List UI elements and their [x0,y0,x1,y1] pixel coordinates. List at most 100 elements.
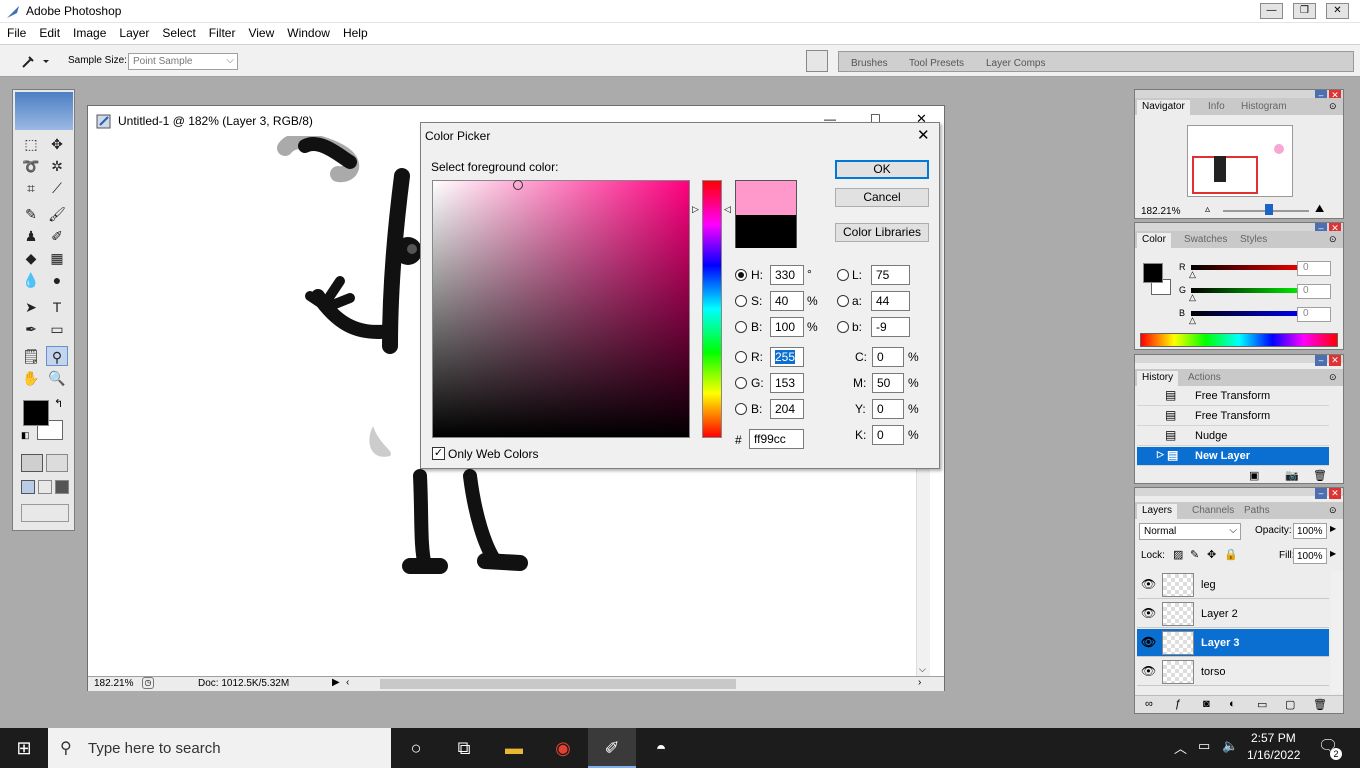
color-panel-grip[interactable]: – ✕ [1135,223,1343,234]
navigator-zoom-thumb[interactable] [1265,204,1273,215]
windows-start-icon[interactable]: ⊞ [0,728,48,768]
blue-field[interactable]: 204 [770,399,804,419]
blur-tool-icon[interactable]: 💧 [20,270,42,290]
delete-layer-icon[interactable]: 🗑 [1313,698,1327,711]
sample-size-select[interactable]: Point Sample ⌵ [128,53,238,70]
new-snapshot-icon[interactable]: 📷 [1285,469,1299,482]
navigator-zoom-readout[interactable]: 182.21% [1141,206,1180,217]
swap-colors-icon[interactable]: ↰ [54,397,63,410]
history-brush-source-icon[interactable]: ▷ [1157,449,1164,460]
zoom-tool-icon[interactable]: 🔍 [46,368,68,388]
minimize-button[interactable]: — [1260,3,1283,19]
fill-arrow-icon[interactable]: ▶ [1330,549,1336,558]
shape-tool-icon[interactable]: ▭ [46,319,68,339]
standard-mode-icon[interactable] [21,454,43,472]
brightness-field[interactable]: 100 [770,317,804,337]
chrome-icon[interactable]: ◉ [539,728,587,768]
new-group-icon[interactable]: ▭ [1257,698,1267,711]
well-layer-comps[interactable]: Layer Comps [986,58,1045,69]
menu-edit[interactable]: Edit [32,23,66,40]
lock-transparency-icon[interactable]: ▨ [1173,548,1183,561]
red-slider[interactable] [1191,265,1309,270]
adjustment-layer-icon[interactable]: ◐ [1229,698,1236,710]
lock-all-icon[interactable]: 🔒 [1224,548,1238,561]
show-hidden-icons-icon[interactable]: ︿ [1174,738,1187,757]
well-brushes[interactable]: Brushes [851,58,888,69]
volume-icon[interactable]: 🔈 [1222,738,1238,754]
hue-field[interactable]: 330 [770,265,804,285]
clock-time[interactable]: 2:57 PM [1251,731,1296,745]
green-value-field[interactable]: 0 [1297,284,1331,299]
toolbox-feather-header[interactable] [15,92,73,130]
eye-icon[interactable]: 👁 [1141,577,1156,591]
layers-minimize-button[interactable]: – [1315,488,1327,499]
status-menu-arrow-icon[interactable]: ▶ [332,677,340,688]
blue-slider[interactable] [1191,311,1309,316]
tab-swatches[interactable]: Swatches [1179,233,1232,248]
blue-value-field[interactable]: 0 [1297,307,1331,322]
blend-mode-select[interactable]: Normal ⌵ [1139,523,1241,540]
clone-stamp-icon[interactable]: ♟ [20,226,42,246]
blue-slider-thumb-icon[interactable]: △ [1189,315,1196,326]
navigator-thumbnail[interactable] [1187,125,1293,197]
taskbar-search-box[interactable]: ⚲ Type here to search [48,728,391,768]
crop-tool-icon[interactable]: ⌗ [20,178,42,198]
tab-layers[interactable]: Layers [1137,504,1178,519]
pen-tool-icon[interactable]: ✒ [20,319,42,339]
tab-styles[interactable]: Styles [1235,233,1272,248]
eraser-tool-icon[interactable]: ◆ [20,248,42,268]
menu-layer[interactable]: Layer [112,23,155,40]
lasso-tool-icon[interactable]: ➰ [20,156,42,176]
green-radio[interactable] [735,377,747,389]
lock-position-icon[interactable]: ✥ [1207,548,1216,561]
move-tool-icon[interactable]: ✥ [46,134,68,154]
lab-l-radio[interactable] [837,269,849,281]
cortana-icon[interactable]: ○ [392,728,440,768]
file-browser-icon[interactable] [806,50,828,72]
imageready-jump-icon[interactable] [21,504,69,522]
menu-file[interactable]: File [0,23,32,40]
fill-field[interactable]: 100% [1293,548,1327,564]
layer-row[interactable]: 👁 leg [1137,571,1329,599]
layer-mask-icon[interactable]: ◙ [1203,698,1210,710]
history-brush-icon[interactable]: ✐ [46,226,68,246]
ok-button[interactable]: OK [835,160,929,179]
type-tool-icon[interactable]: T [46,297,68,317]
panel-foreground-swatch[interactable] [1143,263,1163,283]
scroll-right-arrow[interactable]: › [918,677,921,688]
eye-icon[interactable]: 👁 [1141,606,1156,620]
only-web-colors-checkbox[interactable]: ✓ [432,447,445,460]
scroll-down-arrow[interactable]: ⌵ [919,664,926,675]
blue-radio[interactable] [735,403,747,415]
red-value-field[interactable]: 0 [1297,261,1331,276]
new-layer-icon[interactable]: ▢ [1285,698,1295,711]
layer-row[interactable]: 👁 torso [1137,658,1329,686]
history-trash-icon[interactable]: 🗑 [1313,469,1327,482]
tab-color[interactable]: Color [1137,233,1171,248]
well-tool-presets[interactable]: Tool Presets [909,58,964,69]
history-item-selected[interactable]: ▷ ▤ New Layer [1137,447,1329,466]
screen-mode-full-icon[interactable] [55,480,69,494]
hue-slider-right-arrow-icon[interactable]: ◁ [724,204,731,215]
status-options-icon[interactable]: ◷ [142,677,154,689]
history-minimize-button[interactable]: – [1315,355,1327,366]
zoom-in-icon[interactable]: ⛰ [1315,203,1324,216]
saturation-radio[interactable] [735,295,747,307]
tab-actions[interactable]: Actions [1183,371,1226,386]
saturation-field[interactable]: 40 [770,291,804,311]
screen-mode-menu-icon[interactable] [38,480,52,494]
layer-style-icon[interactable]: ƒ [1175,698,1181,710]
eye-icon[interactable]: 👁 [1141,664,1156,678]
task-view-icon[interactable]: ⧉ [440,728,488,768]
menu-filter[interactable]: Filter [202,23,242,40]
magenta-field[interactable]: 50 [872,373,904,393]
hue-radio[interactable] [735,269,747,281]
navigator-panel-grip[interactable]: – ✕ [1135,90,1343,101]
camera-app-icon[interactable]: ◓ [637,728,685,768]
dialog-close-icon[interactable]: ✕ [917,126,930,144]
layer-row-selected[interactable]: 👁 Layer 3 [1137,629,1329,657]
green-slider[interactable] [1191,288,1309,293]
notes-tool-icon[interactable]: 🗒 [20,346,42,366]
red-field[interactable]: 255 [770,347,804,367]
hex-field[interactable]: ff99cc [749,429,804,449]
